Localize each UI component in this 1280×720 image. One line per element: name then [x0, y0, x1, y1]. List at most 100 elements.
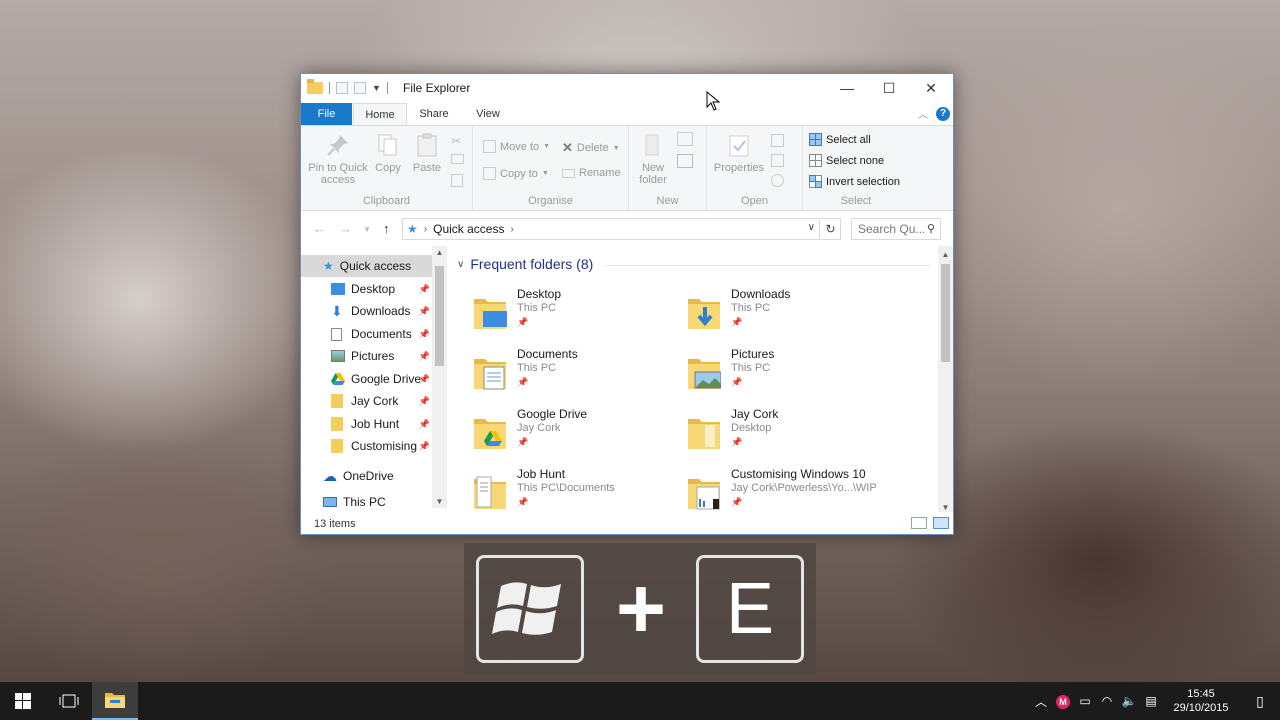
- cut-icon[interactable]: ✂: [451, 134, 461, 148]
- breadcrumb-chevron-icon[interactable]: ›: [510, 224, 513, 235]
- delete-button[interactable]: ✕ Delete ▼: [562, 140, 620, 156]
- folder-tile-pictures[interactable]: Pictures This PC 📌: [665, 347, 875, 405]
- new-folder-button[interactable]: New folder: [633, 132, 673, 186]
- sidebar-item-documents[interactable]: Documents 📌: [301, 323, 432, 345]
- collapse-ribbon-icon[interactable]: ︿: [918, 106, 928, 121]
- pin-label-line1: Pin to Quick: [308, 162, 368, 174]
- select-all-button[interactable]: Select all: [809, 133, 871, 146]
- recent-locations-icon[interactable]: ▼: [363, 225, 371, 234]
- folder-tile-documents[interactable]: Documents This PC 📌: [451, 347, 661, 405]
- move-to-button[interactable]: Move to ▼: [483, 140, 550, 153]
- new-item-icon[interactable]: [677, 132, 693, 146]
- clock-date: 29/10/2015: [1173, 702, 1229, 714]
- copy-path-icon[interactable]: [451, 154, 464, 164]
- minimize-button[interactable]: —: [825, 74, 869, 102]
- folder-tile-jay-cork[interactable]: Jay Cork Desktop 📌: [665, 407, 875, 465]
- paste-shortcut-icon[interactable]: [451, 174, 463, 187]
- scroll-thumb[interactable]: [941, 264, 950, 362]
- edit-icon[interactable]: [771, 154, 784, 167]
- copy-button[interactable]: Copy: [371, 132, 405, 174]
- pin-icon[interactable]: 📌: [419, 374, 430, 385]
- content-scrollbar[interactable]: ▲ ▼: [938, 246, 953, 512]
- sidebar-item-google-drive[interactable]: Google Drive 📌: [301, 368, 432, 390]
- pin-icon[interactable]: 📌: [419, 351, 430, 362]
- tab-home[interactable]: Home: [353, 103, 407, 125]
- back-arrow-icon[interactable]: ←: [313, 221, 326, 236]
- pin-icon[interactable]: 📌: [419, 329, 430, 340]
- paste-label: Paste: [412, 162, 442, 174]
- sidebar-item-desktop[interactable]: Desktop 📌: [301, 278, 432, 300]
- scroll-down-icon[interactable]: ▼: [432, 497, 447, 506]
- up-arrow-icon[interactable]: ↑: [383, 221, 390, 236]
- pin-icon[interactable]: 📌: [419, 284, 430, 295]
- sidebar-item-customising[interactable]: Customising 📌: [301, 435, 432, 457]
- nav-pane-scrollbar[interactable]: ▲ ▼: [432, 246, 447, 508]
- sidebar-item-this-pc[interactable]: This PC: [301, 495, 432, 509]
- app-tray-icon[interactable]: M: [1052, 694, 1074, 709]
- invert-selection-button[interactable]: Invert selection: [809, 175, 900, 188]
- address-bar[interactable]: ★ › Quick access › ∨: [402, 218, 820, 240]
- dropdown-arrow-icon: ▼: [543, 143, 551, 150]
- tab-file[interactable]: File: [301, 103, 352, 125]
- pin-icon[interactable]: 📌: [419, 419, 430, 430]
- message-icon[interactable]: ▤: [1140, 694, 1162, 708]
- wifi-icon[interactable]: ◠: [1096, 694, 1118, 708]
- folder-tile-downloads[interactable]: Downloads This PC 📌: [665, 287, 875, 345]
- paste-button[interactable]: Paste: [409, 132, 445, 174]
- close-button[interactable]: ✕: [909, 74, 953, 102]
- scroll-down-icon[interactable]: ▼: [938, 503, 953, 512]
- sidebar-item-quick-access[interactable]: ★ Quick access: [301, 255, 432, 277]
- folder-icon: [688, 419, 720, 449]
- start-button[interactable]: [0, 682, 46, 720]
- maximize-button[interactable]: ☐: [867, 74, 911, 102]
- task-view-button[interactable]: [46, 682, 92, 720]
- new-folder-qat-icon[interactable]: [354, 82, 366, 94]
- pin-icon[interactable]: 📌: [419, 306, 430, 317]
- easy-access-icon[interactable]: [677, 154, 693, 168]
- properties-qat-icon[interactable]: [336, 82, 348, 94]
- open-icon[interactable]: [771, 134, 784, 147]
- pin-icon[interactable]: 📌: [419, 396, 430, 407]
- breadcrumb-chevron-icon[interactable]: ›: [424, 224, 427, 235]
- qat-dropdown-icon[interactable]: ▼: [372, 83, 381, 93]
- folder-icon: [331, 394, 343, 408]
- forward-arrow-icon[interactable]: →: [339, 221, 352, 236]
- address-dropdown-icon[interactable]: ∨: [808, 222, 815, 233]
- scroll-up-icon[interactable]: ▲: [432, 248, 447, 257]
- copy-to-button[interactable]: Copy to ▼: [483, 167, 549, 180]
- details-view-icon[interactable]: [911, 517, 927, 529]
- large-icons-view-icon[interactable]: [933, 517, 949, 529]
- refresh-icon[interactable]: ↻: [821, 218, 841, 240]
- frequent-folders-header[interactable]: ∨ Frequent folders (8): [457, 256, 593, 272]
- show-hidden-icons-icon[interactable]: ︿: [1030, 693, 1052, 710]
- search-input[interactable]: Search Qu... ⚲: [851, 218, 941, 240]
- select-none-button[interactable]: Select none: [809, 154, 884, 167]
- select-none-icon: [809, 154, 822, 167]
- sidebar-item-job-hunt[interactable]: Job Hunt 📌: [301, 413, 432, 435]
- rename-button[interactable]: Rename: [562, 167, 621, 179]
- battery-icon[interactable]: ▭: [1074, 694, 1096, 708]
- volume-icon[interactable]: 🔈: [1118, 694, 1140, 708]
- sidebar-item-label: Downloads: [351, 304, 411, 318]
- sidebar-item-pictures[interactable]: Pictures 📌: [301, 345, 432, 367]
- clock-time: 15:45: [1187, 688, 1215, 700]
- pin-icon[interactable]: 📌: [419, 441, 430, 452]
- folder-tile-google-drive[interactable]: Google Drive Jay Cork 📌: [451, 407, 661, 465]
- sidebar-item-onedrive[interactable]: ☁ OneDrive: [301, 465, 432, 487]
- help-icon[interactable]: ?: [936, 106, 950, 121]
- title-bar[interactable]: ▼ File Explorer — ☐ ✕: [301, 74, 953, 102]
- sidebar-item-downloads[interactable]: ⬇ Downloads 📌: [301, 300, 432, 322]
- clock[interactable]: 15:45 29/10/2015: [1162, 687, 1240, 715]
- tab-view[interactable]: View: [465, 103, 511, 125]
- breadcrumb-quick-access[interactable]: Quick access: [433, 222, 504, 236]
- taskbar-file-explorer[interactable]: [92, 682, 138, 720]
- folder-tile-desktop[interactable]: Desktop This PC 📌: [451, 287, 661, 345]
- tab-share[interactable]: Share: [411, 103, 457, 125]
- properties-button[interactable]: Properties: [711, 132, 767, 174]
- action-center-icon[interactable]: ▯: [1240, 693, 1280, 710]
- pin-to-quick-access-button[interactable]: Pin to Quick access: [307, 132, 369, 186]
- history-icon[interactable]: [771, 174, 784, 187]
- scroll-thumb[interactable]: [435, 266, 444, 366]
- sidebar-item-jay-cork[interactable]: Jay Cork 📌: [301, 390, 432, 412]
- scroll-up-icon[interactable]: ▲: [938, 250, 953, 259]
